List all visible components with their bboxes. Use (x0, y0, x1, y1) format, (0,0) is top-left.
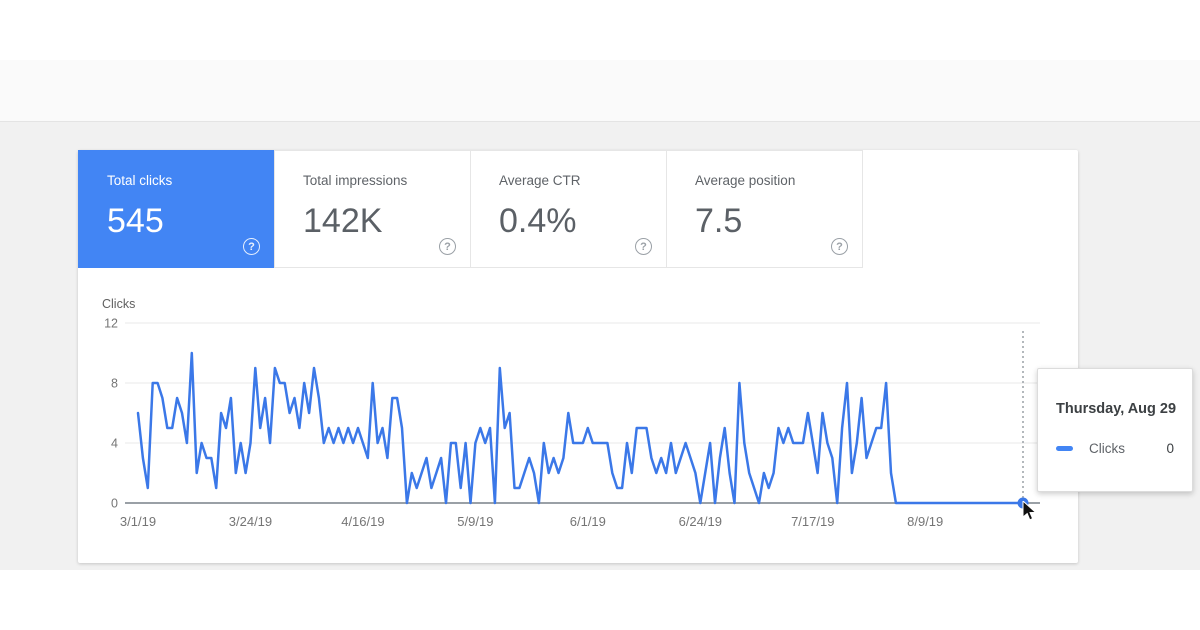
tooltip-date: Thursday, Aug 29 (1056, 401, 1174, 417)
svg-text:6/1/19: 6/1/19 (570, 514, 606, 529)
svg-text:12: 12 (104, 317, 118, 331)
metric-label: Average CTR (499, 173, 666, 188)
metric-card-average-position[interactable]: Average position 7.5 ? (666, 150, 863, 268)
svg-text:8: 8 (111, 377, 118, 391)
x-axis-tick-labels: 3/1/19 3/24/19 4/16/19 5/9/19 6/1/19 6/24/19 7… (120, 514, 943, 529)
svg-text:7/17/19: 7/17/19 (791, 514, 834, 529)
performance-report-card: Total clicks 545 ? Total impressions 142… (78, 150, 1078, 563)
tooltip-series-value: 0 (1166, 441, 1174, 456)
help-icon[interactable]: ? (635, 238, 652, 255)
help-icon[interactable]: ? (243, 238, 260, 255)
y-axis-title: Clicks (102, 297, 135, 311)
metric-label: Average position (695, 173, 862, 188)
metric-value: 545 (107, 202, 274, 241)
metric-label: Total impressions (303, 173, 470, 188)
svg-text:4: 4 (111, 437, 118, 451)
y-axis-tick-labels: 0 4 8 12 (104, 317, 118, 511)
metric-card-total-impressions[interactable]: Total impressions 142K ? (274, 150, 471, 268)
svg-text:3/24/19: 3/24/19 (229, 514, 272, 529)
svg-text:3/1/19: 3/1/19 (120, 514, 156, 529)
svg-text:8/9/19: 8/9/19 (907, 514, 943, 529)
metric-value: 142K (303, 202, 470, 241)
metric-card-average-ctr[interactable]: Average CTR 0.4% ? (470, 150, 667, 268)
help-icon[interactable]: ? (439, 238, 456, 255)
help-icon[interactable]: ? (831, 238, 848, 255)
clicks-series-line (138, 353, 1023, 503)
clicks-line-chart[interactable]: 0 4 8 12 Clicks 3/1/19 3/24/19 4/16/19 5/9/19 6/1… (90, 292, 1080, 542)
tooltip-series-row: Clicks 0 (1056, 441, 1174, 456)
chart-hover-tooltip: Thursday, Aug 29 Clicks 0 (1037, 368, 1193, 492)
svg-text:0: 0 (111, 497, 118, 511)
metric-label: Total clicks (107, 173, 274, 188)
metric-cards-row: Total clicks 545 ? Total impressions 142… (78, 150, 862, 268)
svg-text:4/16/19: 4/16/19 (341, 514, 384, 529)
svg-text:5/9/19: 5/9/19 (457, 514, 493, 529)
mouse-cursor-icon (1022, 501, 1042, 523)
metric-card-total-clicks[interactable]: Total clicks 545 ? (78, 150, 275, 268)
clicks-chart-area[interactable]: 0 4 8 12 Clicks 3/1/19 3/24/19 4/16/19 5/9/19 6/1… (90, 292, 1080, 542)
filter-bar: Search type: Web ✎ Date: Mar 1, 2019-Aug… (0, 60, 1200, 122)
metric-value: 0.4% (499, 202, 666, 241)
search-console-performance-page: Search type: Web ✎ Date: Mar 1, 2019-Aug… (0, 0, 1200, 630)
series-legend-dash-icon (1056, 446, 1073, 451)
svg-text:6/24/19: 6/24/19 (679, 514, 722, 529)
tooltip-series-name: Clicks (1089, 441, 1125, 456)
metric-value: 7.5 (695, 202, 862, 241)
